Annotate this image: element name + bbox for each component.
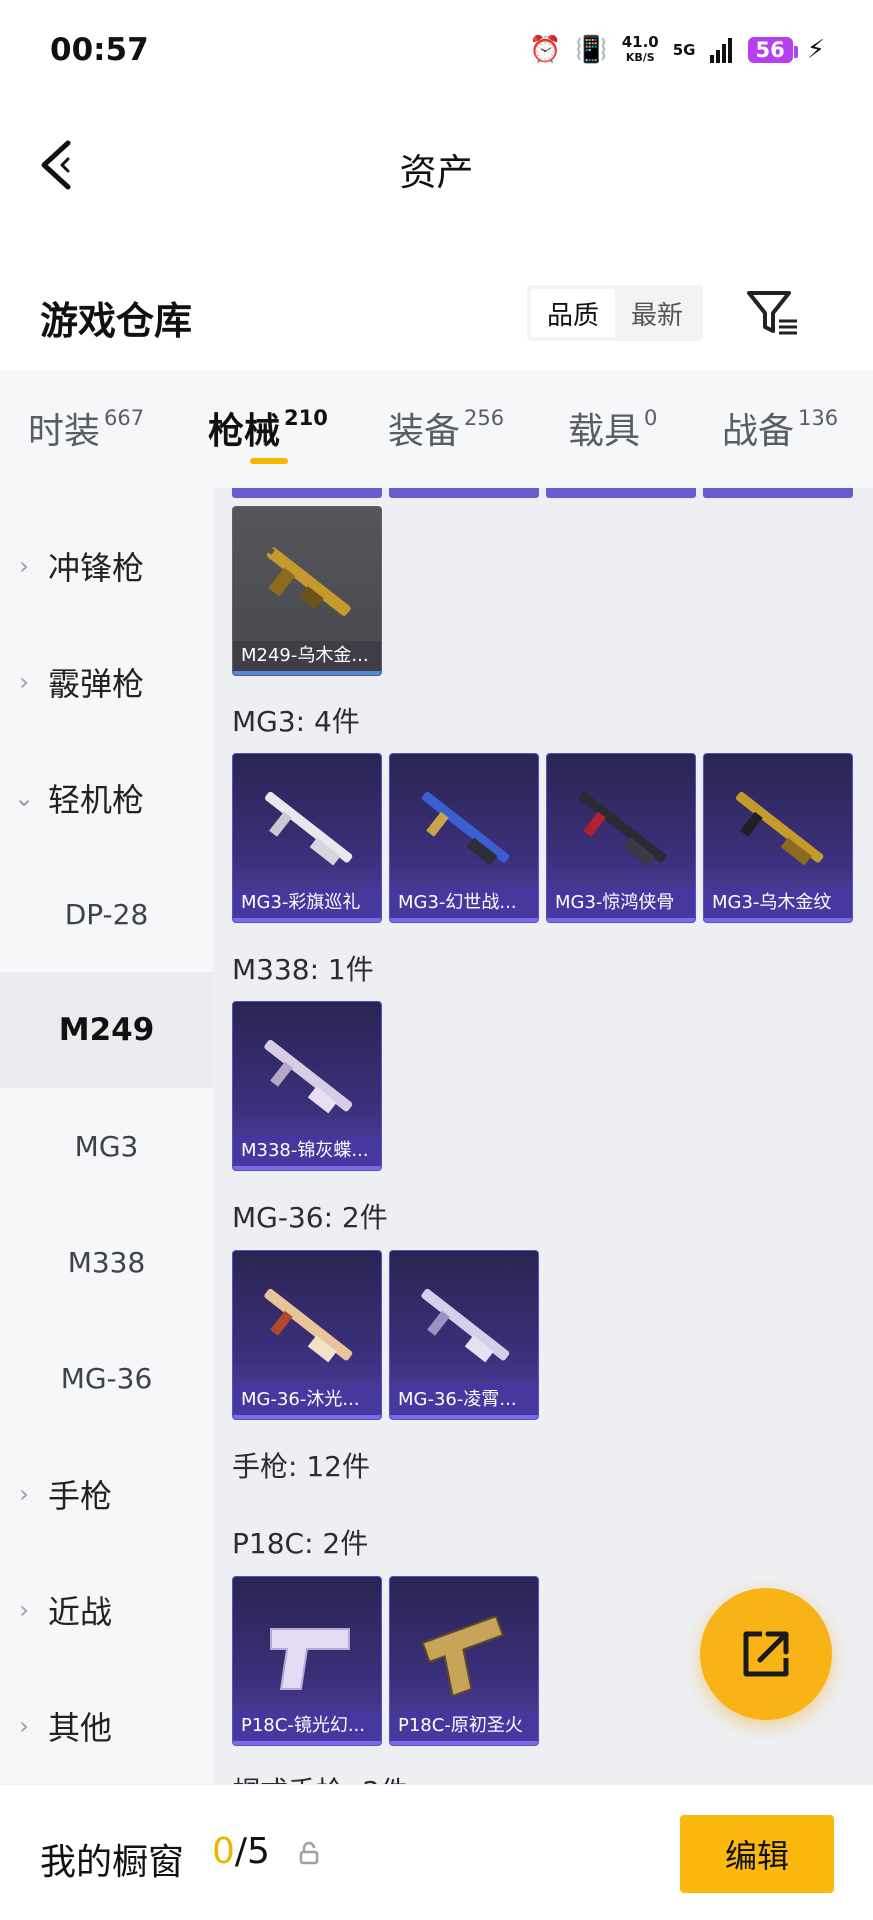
group-label-mg36: MG-36: 2件: [232, 1201, 388, 1234]
sidebar-item-m338[interactable]: M338: [0, 1204, 213, 1320]
chevron-right-icon: ›: [19, 1712, 29, 1740]
section-title: 游戏仓库: [40, 299, 193, 343]
item-name: MG3-幻世战...: [390, 888, 538, 922]
group-label-pistol: 手枪: 12件: [232, 1450, 370, 1483]
alarm-icon: ⏰: [528, 35, 562, 65]
item-name: MG3-惊鸿侠骨: [547, 888, 695, 922]
group-label-m338: M338: 1件: [232, 953, 374, 986]
weapon-image: [270, 1628, 350, 1690]
group-label-p18c: P18C: 2件: [232, 1527, 369, 1560]
share-icon: [743, 1631, 789, 1677]
sidebar: › 冲锋枪 › 霰弹枪 ⌄ 轻机枪 DP-28 M249 MG3 M338 MG-36…: [0, 488, 213, 1784]
item-name: MG3-彩旗巡礼: [233, 888, 381, 922]
chevron-right-icon: ›: [19, 552, 29, 580]
item-card[interactable]: MG3-惊鸿侠骨: [546, 753, 696, 923]
sidebar-item-other[interactable]: › 其他: [0, 1668, 213, 1784]
item-card[interactable]: MG3-乌木金纹: [703, 753, 853, 923]
status-time: 00:57: [50, 32, 149, 68]
tab-gear[interactable]: 战备 136: [722, 402, 838, 454]
item-card[interactable]: MG-36-沐光...: [232, 1250, 382, 1420]
chevron-right-icon: ›: [19, 1480, 29, 1508]
card-partial: [546, 488, 696, 498]
sidebar-item-lmg[interactable]: ⌄ 轻机枪: [0, 740, 213, 856]
item-name: M338-锦灰蝶...: [233, 1136, 381, 1170]
sidebar-item-m249[interactable]: M249: [0, 972, 213, 1088]
weapon-image: [264, 791, 353, 866]
card-partial: [703, 488, 853, 498]
showcase-label: 我的橱窗: [40, 1842, 185, 1883]
tab-vehicles[interactable]: 载具 0: [568, 402, 657, 454]
item-name: M249-乌木金...: [233, 641, 381, 675]
group-label-cap-pistol: 帽式手枪: 2件: [232, 1770, 408, 1784]
sidebar-item-melee[interactable]: › 近战: [0, 1552, 213, 1668]
chevron-right-icon: ›: [19, 1596, 29, 1624]
sidebar-item-mg3[interactable]: MG3: [0, 1088, 213, 1204]
battery-level: 56: [747, 37, 798, 63]
item-name: MG-36-沐光...: [233, 1385, 381, 1419]
share-button[interactable]: [700, 1588, 832, 1720]
status-icons: ⏰ 📳 41.0 KB/S 5G 56 ⚡: [529, 30, 825, 70]
card-partial: [232, 488, 382, 498]
tab-fashion[interactable]: 时装 667: [28, 402, 144, 454]
sidebar-item-mg36[interactable]: MG-36: [0, 1320, 213, 1436]
weapon-image: [735, 791, 824, 866]
weapon-image: [263, 543, 351, 616]
item-card[interactable]: MG3-幻世战...: [389, 753, 539, 923]
active-tab-indicator: [250, 458, 288, 464]
card-partial: [389, 488, 539, 498]
sort-option-newest[interactable]: 最新: [615, 289, 699, 337]
item-name: P18C-镜光幻...: [233, 1711, 381, 1745]
item-name: MG3-乌木金纹: [704, 888, 852, 922]
sidebar-item-shotgun[interactable]: › 霰弹枪: [0, 624, 213, 740]
weapon-image: [578, 791, 667, 866]
group-label-mg3: MG3: 4件: [232, 705, 360, 738]
tab-equipment[interactable]: 装备 256: [388, 402, 504, 454]
edit-button[interactable]: 编辑: [680, 1815, 834, 1893]
item-card[interactable]: P18C-原初圣火: [389, 1576, 539, 1746]
weapon-image: [421, 1615, 505, 1698]
weapon-image: [264, 1039, 353, 1114]
sort-toggle: 品质 最新: [527, 285, 703, 341]
status-bar: 00:57 ⏰ 📳 41.0 KB/S 5G 56 ⚡: [0, 0, 873, 100]
sidebar-item-smg[interactable]: › 冲锋枪: [0, 508, 213, 624]
item-card[interactable]: MG3-彩旗巡礼: [232, 753, 382, 923]
net-speed: 41.0 KB/S: [621, 33, 659, 65]
bottom-bar: 我的橱窗 0/5 编辑: [0, 1784, 873, 1920]
item-card[interactable]: MG-36-凌霄...: [389, 1250, 539, 1420]
weapon-image: [421, 1288, 510, 1363]
sidebar-item-dp28[interactable]: DP-28: [0, 856, 213, 972]
item-card[interactable]: M338-锦灰蝶...: [232, 1001, 382, 1171]
network-type: 5G: [672, 40, 696, 59]
item-card[interactable]: P18C-镜光幻...: [232, 1576, 382, 1746]
page-title: 资产: [399, 151, 474, 194]
item-card[interactable]: M249-乌木金...: [232, 506, 382, 676]
charging-icon: ⚡: [806, 35, 825, 65]
signal-icon: [709, 38, 732, 63]
weapon-image: [421, 791, 510, 866]
weapon-image: [264, 1288, 353, 1363]
item-name: P18C-原初圣火: [390, 1711, 538, 1745]
sidebar-item-pistol[interactable]: › 手枪: [0, 1436, 213, 1552]
sort-option-quality[interactable]: 品质: [531, 289, 615, 337]
showcase-count: 0/5: [212, 1831, 270, 1872]
chevron-right-icon: ›: [19, 668, 29, 696]
filter-icon[interactable]: [745, 285, 801, 341]
chevron-down-icon: ⌄: [13, 784, 35, 812]
vibrate-icon: 📳: [575, 35, 608, 65]
tab-weapons[interactable]: 枪械 210: [208, 402, 328, 454]
lock-icon[interactable]: [298, 1841, 320, 1865]
item-name: MG-36-凌霄...: [390, 1385, 538, 1419]
